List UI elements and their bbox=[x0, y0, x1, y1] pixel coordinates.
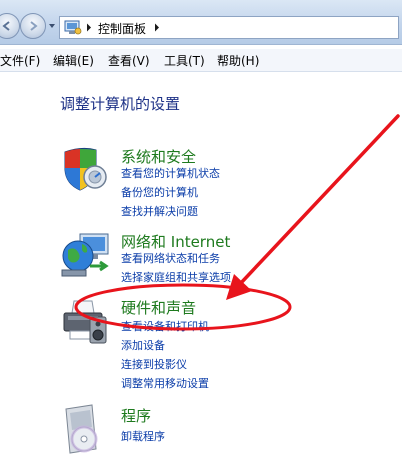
link-view-devices-printers[interactable]: 查看设备和打印机 bbox=[121, 318, 209, 334]
breadcrumb-control-panel[interactable]: 控制面板 bbox=[98, 20, 146, 37]
menu-tools[interactable]: 工具(T) bbox=[164, 52, 205, 69]
programs-disc-icon[interactable] bbox=[60, 403, 106, 455]
breadcrumb-chevron-icon[interactable] bbox=[154, 23, 160, 32]
category-heading-system-security[interactable]: 系统和安全 bbox=[121, 146, 196, 167]
link-uninstall-program[interactable]: 卸载程序 bbox=[121, 428, 165, 444]
link-connect-projector[interactable]: 连接到投影仪 bbox=[121, 356, 187, 372]
shield-security-icon[interactable] bbox=[60, 144, 110, 194]
link-backup-computer[interactable]: 备份您的计算机 bbox=[121, 184, 198, 200]
category-heading-programs[interactable]: 程序 bbox=[121, 405, 151, 426]
control-panel-icon bbox=[64, 20, 82, 35]
link-find-fix-problems[interactable]: 查找并解决问题 bbox=[121, 203, 198, 219]
category-heading-hardware-sound[interactable]: 硬件和声音 bbox=[121, 297, 196, 318]
page-title: 调整计算机的设置 bbox=[60, 95, 181, 113]
link-view-network-status[interactable]: 查看网络状态和任务 bbox=[121, 250, 220, 266]
printer-hardware-icon[interactable] bbox=[60, 297, 110, 347]
network-globe-icon[interactable] bbox=[60, 232, 112, 280]
back-button[interactable] bbox=[0, 13, 20, 39]
address-bar[interactable]: 控制面板 bbox=[59, 16, 399, 39]
menu-help[interactable]: 帮助(H) bbox=[217, 52, 259, 69]
back-arrow-icon bbox=[2, 21, 10, 31]
pointer-arrow bbox=[238, 114, 400, 286]
link-mobility-settings[interactable]: 调整常用移动设置 bbox=[121, 375, 209, 391]
link-add-device[interactable]: 添加设备 bbox=[121, 337, 165, 353]
menu-view[interactable]: 查看(V) bbox=[108, 52, 150, 69]
navigation-bar: 控制面板 bbox=[0, 0, 402, 45]
history-dropdown-icon[interactable] bbox=[48, 22, 56, 30]
forward-button[interactable] bbox=[20, 13, 46, 39]
link-homegroup-sharing[interactable]: 选择家庭组和共享选项 bbox=[121, 269, 231, 285]
menu-edit[interactable]: 编辑(E) bbox=[53, 52, 94, 69]
category-heading-network-internet[interactable]: 网络和 Internet bbox=[121, 231, 230, 252]
menu-file[interactable]: 文件(F) bbox=[0, 52, 40, 69]
menu-bar: 文件(F) 编辑(E) 查看(V) 工具(T) 帮助(H) bbox=[0, 49, 402, 72]
link-view-computer-status[interactable]: 查看您的计算机状态 bbox=[121, 165, 220, 181]
forward-arrow-icon bbox=[30, 21, 38, 31]
breadcrumb-chevron-icon[interactable] bbox=[86, 23, 92, 32]
